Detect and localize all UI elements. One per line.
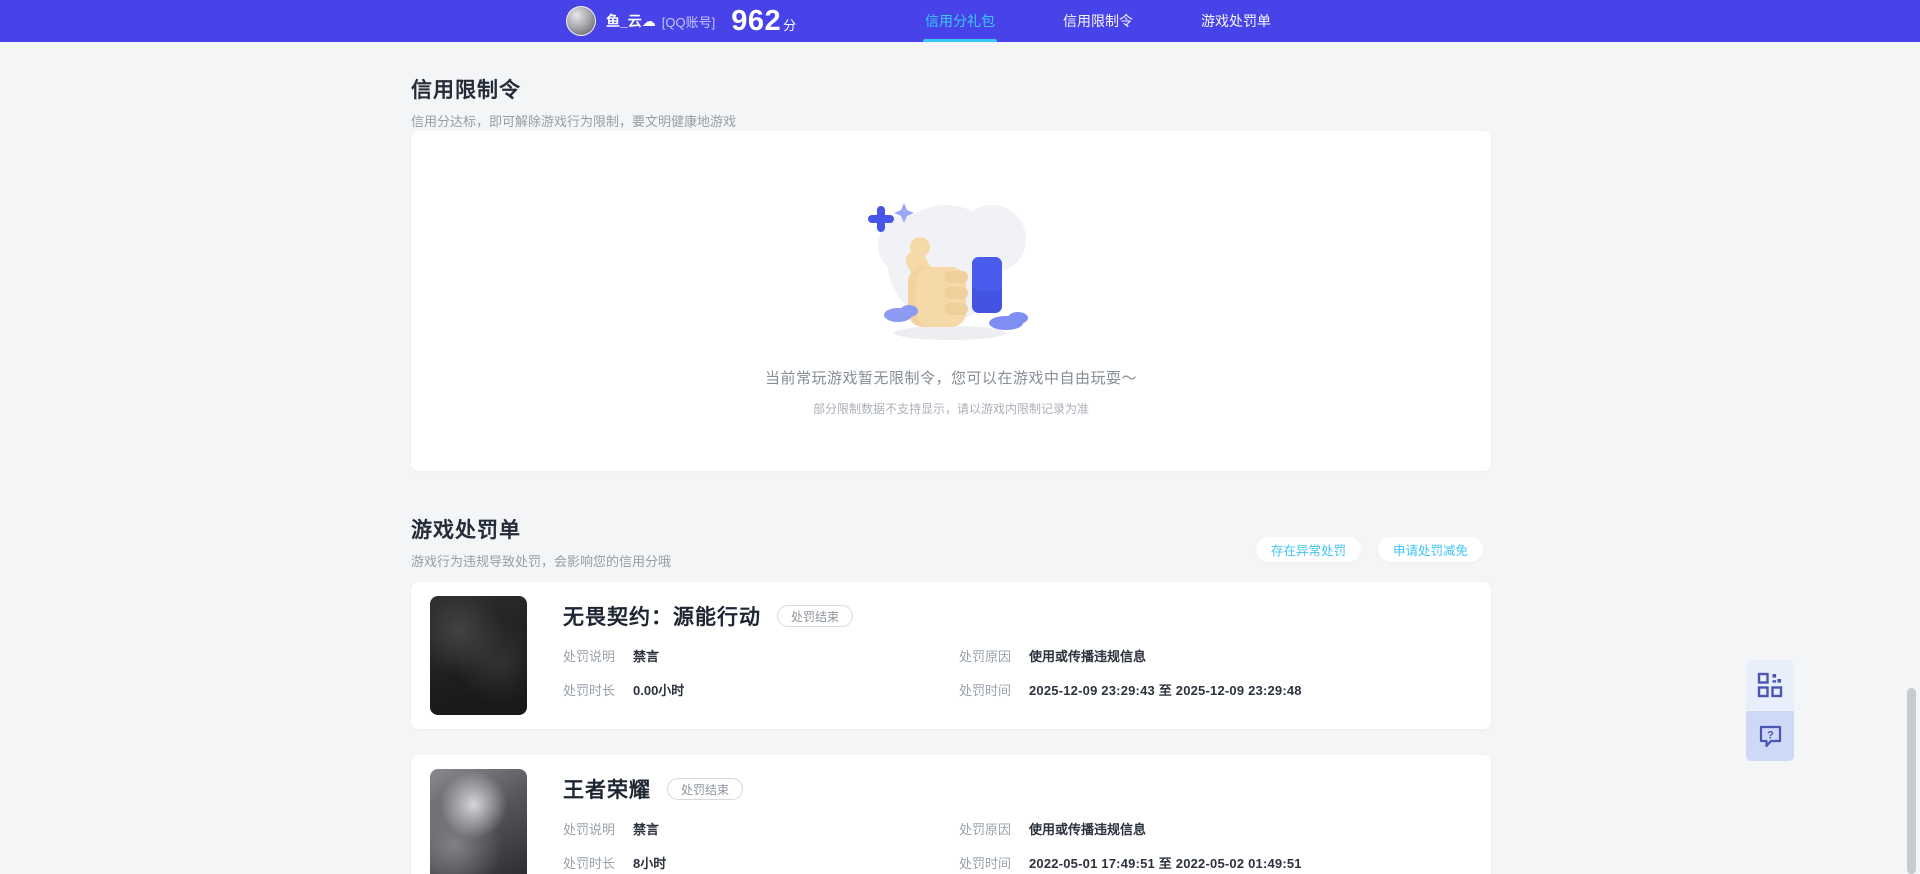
- penalty-desc-label: 处罚说明: [563, 649, 616, 664]
- nav-tabs: 信用分礼包 信用限制令 游戏处罚单: [923, 0, 1271, 42]
- help-bubble-icon: ?: [1759, 725, 1781, 747]
- restriction-subtitle: 信用分达标，即可解除游戏行为限制，要文明健康地游戏: [411, 114, 737, 129]
- penalty-duration-value: 8小时: [633, 856, 667, 871]
- user-avatar[interactable]: [566, 6, 596, 36]
- username: 鱼_云☁: [606, 13, 656, 29]
- penalty-time-value: 2025-12-09 23:29:43 至 2025-12-09 23:29:4…: [1029, 683, 1302, 698]
- empty-state-message: 当前常玩游戏暂无限制令，您可以在游戏中自由玩耍～: [764, 370, 1137, 387]
- penalty-desc-value: 禁言: [633, 649, 660, 664]
- credit-score-unit: 分: [783, 17, 797, 33]
- penalty-duration-label: 处罚时长: [563, 683, 616, 698]
- abnormal-penalty-button[interactable]: 存在异常处罚: [1255, 537, 1361, 562]
- empty-state-note: 部分限制数据不支持显示，请以游戏内限制记录为准: [812, 402, 1089, 416]
- user-summary: 鱼_云☁ [QQ账号] 962 分: [566, 0, 796, 42]
- thumbs-up-illustration: [868, 203, 1028, 340]
- penalty-desc-value: 禁言: [633, 822, 660, 837]
- tab-game-penalty[interactable]: 游戏处罚单: [1201, 0, 1271, 42]
- top-navbar: 鱼_云☁ [QQ账号] 962 分 信用分礼包 信用限制令 游戏处罚单: [0, 0, 1920, 42]
- credit-score: 962 分: [731, 5, 796, 38]
- penalty-reason-value: 使用或传播违规信息: [1029, 822, 1147, 837]
- penalty-actions: 存在异常处罚 申请处罚减免: [1255, 537, 1483, 562]
- penalty-status-badge: 处罚结束: [777, 605, 854, 627]
- vertical-scrollbar-thumb[interactable]: [1907, 688, 1916, 874]
- account-type-label: [QQ账号]: [661, 14, 716, 30]
- penalty-time-label: 处罚时间: [959, 856, 1012, 871]
- game-thumbnail-honor-of-kings: [430, 769, 527, 874]
- penalty-duration-label: 处罚时长: [563, 856, 616, 871]
- tab-credit-restriction[interactable]: 信用限制令: [1063, 0, 1133, 42]
- penalty-appeal-button[interactable]: 申请处罚减免: [1377, 537, 1483, 562]
- game-title: 无畏契约：源能行动: [563, 606, 761, 629]
- restriction-empty-card: 当前常玩游戏暂无限制令，您可以在游戏中自由玩耍～ 部分限制数据不支持显示，请以游…: [411, 131, 1491, 471]
- restriction-section-header: 信用限制令 信用分达标，即可解除游戏行为限制，要文明健康地游戏: [411, 74, 736, 130]
- penalty-time-value: 2022-05-01 17:49:51 至 2022-05-02 01:49:5…: [1029, 856, 1302, 871]
- help-button[interactable]: ?: [1746, 711, 1794, 761]
- qr-code-button[interactable]: [1746, 660, 1794, 710]
- svg-text:?: ?: [1767, 729, 1774, 741]
- game-title: 王者荣耀: [563, 779, 651, 802]
- penalty-status-badge: 处罚结束: [667, 778, 744, 800]
- penalty-card: 王者荣耀 处罚结束 处罚说明 禁言 处罚原因 使用或传播违规信息 处罚时长 8小…: [411, 755, 1491, 874]
- tab-credit-gift[interactable]: 信用分礼包: [923, 0, 997, 42]
- game-thumbnail-valorant: [430, 596, 527, 715]
- penalty-section-header: 游戏处罚单 游戏行为违规导致处罚，会影响您的信用分哦 存在异常处罚 申请处罚减免: [411, 514, 1491, 570]
- penalty-reason-label: 处罚原因: [959, 822, 1012, 837]
- credit-score-value: 962: [731, 4, 782, 37]
- penalty-card: 无畏契约：源能行动 处罚结束 处罚说明 禁言 处罚原因 使用或传播违规信息 处罚…: [411, 582, 1491, 729]
- penalty-reason-label: 处罚原因: [959, 649, 1012, 664]
- penalty-desc-label: 处罚说明: [563, 822, 616, 837]
- qr-code-icon: [1757, 672, 1783, 698]
- restriction-title: 信用限制令: [411, 79, 521, 102]
- penalty-reason-value: 使用或传播违规信息: [1029, 649, 1147, 664]
- penalty-time-label: 处罚时间: [959, 683, 1012, 698]
- penalty-duration-value: 0.00小时: [633, 683, 685, 698]
